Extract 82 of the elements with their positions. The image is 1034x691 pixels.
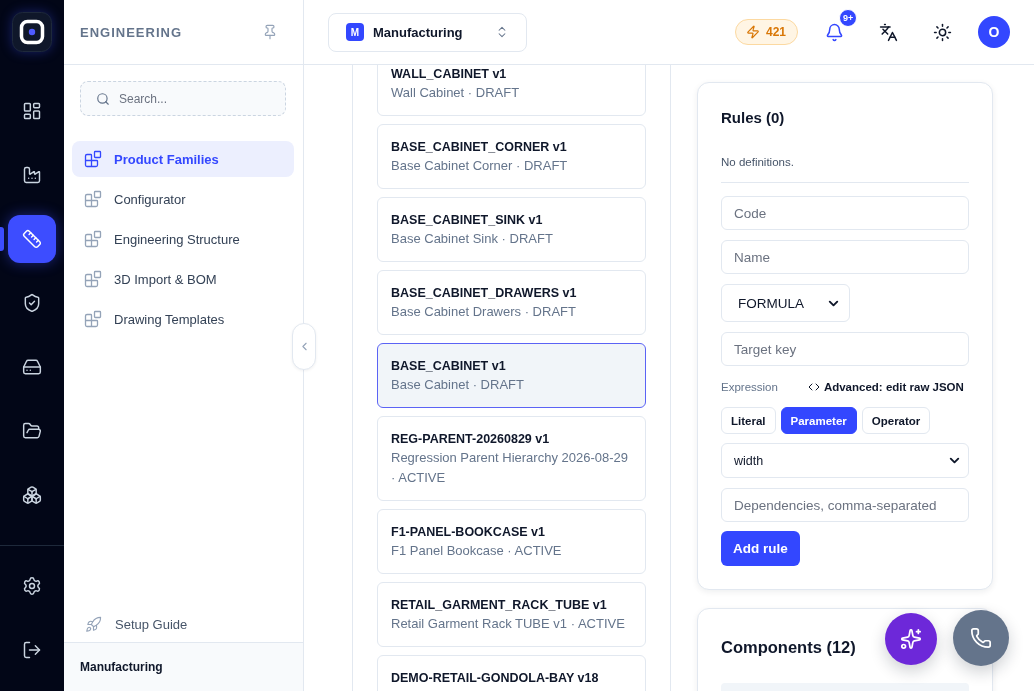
avatar-button[interactable]: O <box>978 16 1010 48</box>
family-title: BASE_CABINET_CORNER v1 <box>391 139 568 156</box>
pin-icon <box>262 24 278 40</box>
text-input[interactable]: Name <box>721 240 969 274</box>
rules-title: Rules (0) <box>721 108 785 128</box>
family-title: F1-PANEL-BOOKCASE v1 <box>391 524 546 541</box>
blocks-icon <box>84 230 102 248</box>
app-logo <box>12 12 52 52</box>
translate-icon <box>878 22 898 42</box>
family-card[interactable]: BASE_CABINET_CORNER v1 Base Cabinet Corner · DRAFT <box>377 124 646 189</box>
family-title: WALL_CABINET v1 <box>391 66 508 83</box>
blocks-icon <box>84 190 102 208</box>
sidebar-nav-item[interactable]: 3D Import & BOM <box>72 261 294 297</box>
mode-tab[interactable]: Literal <box>721 407 776 434</box>
rocket-icon <box>85 615 102 633</box>
text-input[interactable]: Target key <box>721 332 969 366</box>
family-card[interactable]: WALL_CABINET v1 Wall Cabinet · DRAFT <box>377 65 646 116</box>
family-card[interactable]: REG-PARENT-20260829 v1 Regression Parent Hierarchy 2026-08-29 · ACTIVE <box>377 416 646 501</box>
family-subtitle: Base Cabinet Corner · DRAFT <box>391 157 569 175</box>
search-field[interactable]: Search... <box>80 81 286 116</box>
setup-guide-link[interactable]: Setup Guide <box>72 606 294 642</box>
add-rule-button[interactable]: Add rule <box>721 531 800 566</box>
blocks-icon <box>84 150 102 168</box>
settings-icon <box>22 576 42 596</box>
family-title: REG-PARENT-20260829 v1 <box>391 431 551 448</box>
sidebar-nav-item[interactable]: Configurator <box>72 181 294 217</box>
family-card[interactable]: BASE_CABINET_DRAWERS v1 Base Cabinet Drawers · DRAFT <box>377 270 646 335</box>
family-title: DEMO-RETAIL-GONDOLA-BAY v18 <box>391 670 600 687</box>
family-card[interactable]: RETAIL_GARMENT_RACK_TUBE v1 Retail Garment Rack TUBE v1 · ACTIVE <box>377 582 646 647</box>
call-button[interactable] <box>953 610 1009 666</box>
section-title: ENGINEERING <box>80 24 182 40</box>
workspace-name: Manufacturing <box>80 660 163 674</box>
family-subtitle: Regression Parent Hierarchy 2026-08-29 · ACTIVE <box>391 449 629 487</box>
workspace-initial: M <box>346 23 364 41</box>
phone-icon <box>970 627 992 649</box>
pin-button[interactable] <box>262 24 278 40</box>
empty-text: No definitions. <box>721 155 794 170</box>
sun-icon <box>932 22 952 42</box>
family-title: BASE_CABINET v1 <box>391 358 507 375</box>
boxes-icon <box>22 485 42 505</box>
factory-icon <box>22 165 42 185</box>
bell-icon <box>824 22 844 42</box>
mode-tab[interactable]: Parameter <box>780 407 857 434</box>
expression-label: Expression <box>721 381 778 393</box>
dashboard-icon <box>22 101 42 121</box>
family-title: BASE_CABINET_SINK v1 <box>391 212 544 229</box>
sparkles-icon <box>900 628 922 650</box>
family-card[interactable]: F1-PANEL-BOOKCASE v1 F1 Panel Bookcase · ACTIVE <box>377 509 646 574</box>
search-icon <box>96 92 110 106</box>
logout-icon <box>22 640 42 660</box>
family-card[interactable]: BASE_CABINET v1 Base Cabinet · DRAFT <box>377 343 646 408</box>
mode-tab[interactable]: Operator <box>861 407 931 434</box>
lightning-icon <box>745 25 760 39</box>
family-card[interactable]: DEMO-RETAIL-GONDOLA-BAY v18 <box>377 655 646 691</box>
folder-icon <box>22 421 42 441</box>
family-card[interactable]: BASE_CABINET_SINK v1 Base Cabinet Sink · DRAFT <box>377 197 646 262</box>
family-title: BASE_CABINET_DRAWERS v1 <box>391 285 578 302</box>
family-subtitle: Retail Garment Rack TUBE v1 · ACTIVE <box>391 615 626 633</box>
ruler-icon <box>22 229 42 249</box>
sidebar-nav-item[interactable]: Drawing Templates <box>72 301 294 337</box>
components-title: Components (12) <box>721 637 856 658</box>
hard-drive-icon <box>22 357 42 377</box>
family-subtitle: Base Cabinet · DRAFT <box>391 376 525 394</box>
family-title: RETAIL_GARMENT_RACK_TUBE v1 <box>391 597 608 614</box>
blocks-icon <box>84 310 102 328</box>
code-icon <box>807 381 820 393</box>
active-indicator <box>0 227 4 251</box>
family-subtitle: Base Cabinet Drawers · DRAFT <box>391 303 577 321</box>
notification-count: 9+ <box>839 9 858 27</box>
text-input[interactable]: Dependencies, comma-separated <box>721 488 969 522</box>
sidebar-nav-item[interactable]: Engineering Structure <box>72 221 294 257</box>
family-subtitle: Base Cabinet Sink · DRAFT <box>391 230 554 248</box>
blocks-icon <box>84 270 102 288</box>
workspace-selector[interactable]: M Manufacturing <box>328 12 527 52</box>
advanced-json-link[interactable]: Advanced: edit raw JSON <box>807 381 964 393</box>
shield-check-icon <box>22 293 42 313</box>
parameter-select[interactable]: width <box>721 443 969 478</box>
text-input[interactable]: Code <box>721 196 969 230</box>
family-subtitle: Wall Cabinet · DRAFT <box>391 84 521 102</box>
type-select[interactable]: FORMULA <box>721 284 850 322</box>
sidebar-nav-item[interactable]: Product Families <box>72 141 294 177</box>
family-subtitle: F1 Panel Bookcase · ACTIVE <box>391 542 563 560</box>
